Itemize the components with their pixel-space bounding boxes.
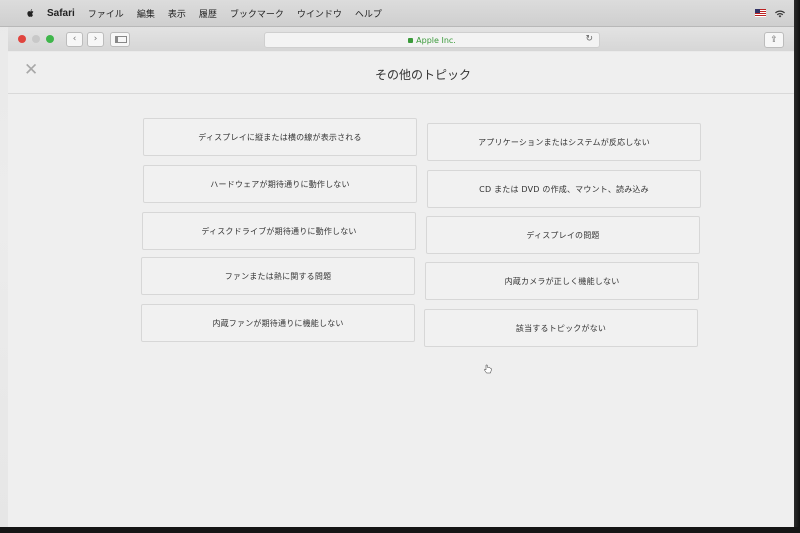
menu-edit[interactable]: 編集	[137, 7, 155, 20]
menu-bar: Safari ファイル 編集 表示 履歴 ブックマーク ウインドウ ヘルプ	[0, 0, 800, 27]
url-text: Apple Inc.	[416, 35, 456, 45]
menu-app-name[interactable]: Safari	[47, 8, 75, 19]
topic-button[interactable]: 該当するトピックがない	[424, 309, 698, 347]
menu-help[interactable]: ヘルプ	[355, 7, 382, 20]
share-button[interactable]: ⇪	[764, 32, 784, 48]
menu-bookmarks[interactable]: ブックマーク	[230, 7, 284, 20]
header-divider	[8, 93, 794, 94]
close-window-button[interactable]	[18, 35, 26, 43]
sidebar-toggle-button[interactable]	[110, 31, 130, 47]
minimize-window-button[interactable]	[32, 35, 40, 43]
wifi-icon[interactable]	[774, 9, 786, 18]
menu-file[interactable]: ファイル	[88, 7, 124, 20]
page-content: ✕ その他のトピック ディスプレイに縦または横の線が表示される ハードウェアが期…	[8, 52, 794, 527]
topic-button[interactable]: CD または DVD の作成、マウント、読み込み	[427, 170, 701, 208]
topic-button[interactable]: ディスプレイに縦または横の線が表示される	[143, 118, 417, 156]
topic-button[interactable]: ディスクドライブが期待通りに動作しない	[142, 212, 416, 250]
menu-history[interactable]: 履歴	[199, 7, 217, 20]
apple-logo-icon[interactable]	[26, 8, 35, 18]
chevron-left-icon: ‹	[72, 34, 77, 44]
fullscreen-window-button[interactable]	[46, 35, 54, 43]
menu-view[interactable]: 表示	[168, 7, 186, 20]
topic-button[interactable]: 内蔵カメラが正しく機能しない	[425, 262, 699, 300]
chevron-right-icon: ›	[93, 34, 98, 44]
topic-button[interactable]: ディスプレイの問題	[426, 216, 700, 254]
screen-bezel-bottom	[0, 527, 800, 533]
forward-button[interactable]: ›	[87, 31, 104, 47]
topic-button[interactable]: 内蔵ファンが期待通りに機能しない	[141, 304, 415, 342]
menu-window[interactable]: ウインドウ	[297, 7, 342, 20]
address-bar[interactable]: Apple Inc. ↻	[264, 32, 600, 48]
share-icon: ⇪	[770, 35, 778, 45]
browser-toolbar: ‹ › Apple Inc. ↻ ⇪	[8, 27, 794, 51]
input-source-flag-icon[interactable]	[755, 9, 766, 17]
topic-button[interactable]: ファンまたは熱に関する問題	[141, 257, 415, 295]
screen-bezel	[794, 0, 800, 533]
lock-icon	[408, 37, 414, 43]
page-title: その他のトピック	[374, 68, 471, 82]
reload-icon[interactable]: ↻	[585, 34, 593, 44]
mouse-pointer-icon	[484, 364, 492, 374]
topic-button[interactable]: アプリケーションまたはシステムが反応しない	[427, 123, 701, 161]
topic-button[interactable]: ハードウェアが期待通りに動作しない	[143, 165, 417, 203]
back-button[interactable]: ‹	[66, 31, 83, 47]
